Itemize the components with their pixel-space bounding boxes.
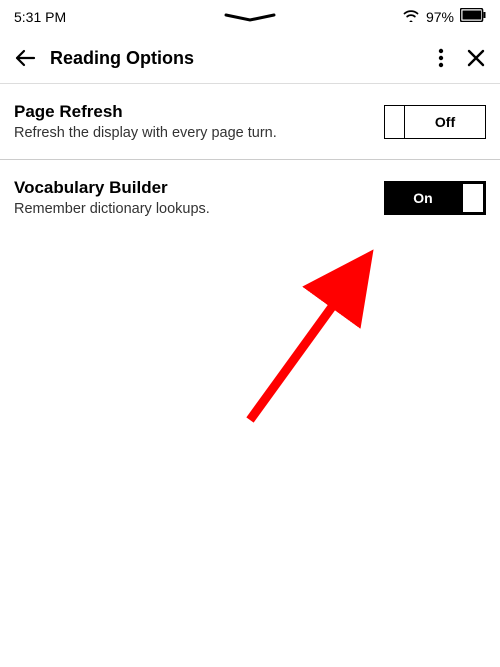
battery-pct: 97% bbox=[426, 9, 454, 25]
more-options-button[interactable] bbox=[438, 48, 444, 68]
setting-row-vocabulary-builder: Vocabulary Builder Remember dictionary l… bbox=[0, 160, 500, 235]
toggle-knob bbox=[463, 184, 483, 212]
vocabulary-builder-toggle[interactable]: On bbox=[384, 181, 486, 215]
page-refresh-toggle[interactable]: Off bbox=[384, 105, 486, 139]
battery-icon bbox=[460, 8, 486, 25]
setting-desc: Remember dictionary lookups. bbox=[14, 201, 368, 217]
back-button[interactable] bbox=[14, 47, 36, 69]
toggle-knob bbox=[385, 106, 405, 138]
setting-title: Page Refresh bbox=[14, 102, 368, 122]
toggle-label: Off bbox=[405, 106, 485, 138]
close-button[interactable] bbox=[466, 48, 486, 68]
page-title: Reading Options bbox=[50, 48, 424, 69]
setting-title: Vocabulary Builder bbox=[14, 178, 368, 198]
setting-row-page-refresh: Page Refresh Refresh the display with ev… bbox=[0, 84, 500, 159]
drag-handle-icon[interactable] bbox=[222, 10, 278, 28]
wifi-icon bbox=[402, 8, 420, 25]
page-header: Reading Options bbox=[0, 29, 500, 83]
setting-desc: Refresh the display with every page turn… bbox=[14, 125, 368, 141]
status-time: 5:31 PM bbox=[14, 9, 66, 25]
toggle-label: On bbox=[385, 182, 461, 214]
